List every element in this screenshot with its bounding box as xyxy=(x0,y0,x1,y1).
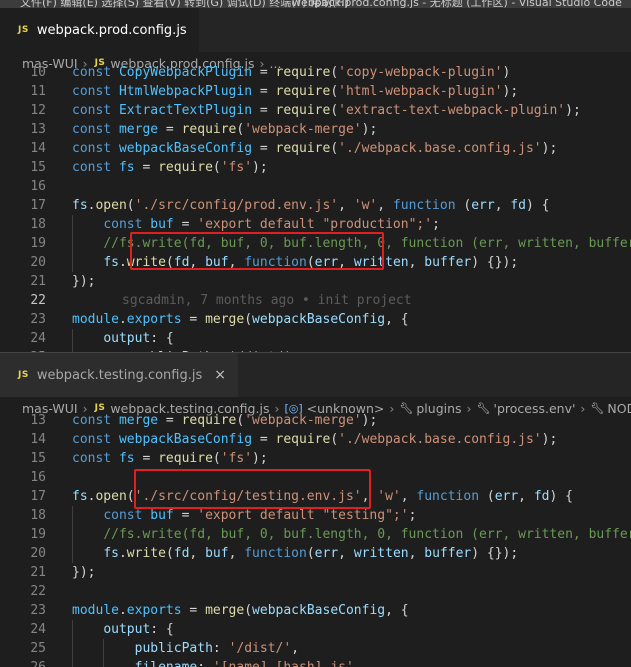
code-line: 23 module.exports = merge(webpackBaseConf… xyxy=(30,312,409,327)
code-line: 20 fs.write(fd, buf, function(err, writt… xyxy=(30,544,519,563)
code-line: 18 const buf = 'export default "producti… xyxy=(30,215,440,234)
window-title-bar: 文件(F) 编辑(E) 选择(S) 查看(V) 转到(G) 调试(D) 终端(T… xyxy=(0,0,631,8)
code-line: 24 output: { xyxy=(30,329,174,348)
code-line: 20 fs.write(fd, buf, function(err, writt… xyxy=(30,253,519,272)
code-line: 21}); xyxy=(30,565,96,580)
javascript-file-icon: JS xyxy=(18,370,29,380)
tab-webpack-prod-config[interactable]: JS webpack.prod.config.js xyxy=(0,8,199,52)
code-line: 13 const merge = require('webpack-merge')… xyxy=(30,413,378,428)
code-line: 16 xyxy=(30,470,46,485)
code-line: 25 publicPath: '/dist/', xyxy=(30,639,300,658)
code-line: 16 xyxy=(30,179,46,194)
code-line: 19 //fs.write(fd, buf, 0, buf.length, 0,… xyxy=(30,234,631,253)
tab-bar-top: JS webpack.prod.config.js xyxy=(0,8,631,52)
editor-pane-top: JS webpack.prod.config.js mas-WUI › JS w… xyxy=(0,8,631,352)
code-line: 14 const webpackBaseConfig = require('./w… xyxy=(30,141,558,156)
code-line: 18 const buf = 'export default "testing"… xyxy=(30,506,417,525)
code-line: 10 const CopyWebpackPlugin = require('cop… xyxy=(30,65,511,80)
git-blame-annotation: sgcadmin, 7 months ago • init project xyxy=(122,293,412,308)
code-line: 19 //fs.write(fd, buf, 0, buf.length, 0,… xyxy=(30,525,631,544)
tab-label: webpack.testing.config.js xyxy=(36,367,203,383)
javascript-file-icon: JS xyxy=(18,25,29,35)
tab-webpack-testing-config[interactable]: JS webpack.testing.config.js × xyxy=(0,353,238,397)
code-line: 22 xyxy=(30,584,46,599)
tab-label: webpack.prod.config.js xyxy=(36,22,187,38)
code-line: 21}); xyxy=(30,274,96,289)
code-editor-bottom[interactable]: 13 const merge = require('webpack-merge')… xyxy=(0,411,631,667)
close-icon[interactable]: × xyxy=(214,367,226,383)
code-line-current: 22 sgcadmin, 7 months ago • init project xyxy=(30,293,412,308)
code-line: 15 const fs = require('fs'); xyxy=(30,451,268,466)
tab-bar-bottom: JS webpack.testing.config.js × xyxy=(0,353,631,397)
code-line: 26 filename: '[name].[hash].js', xyxy=(0,658,631,667)
code-line: 17 fs.open('./src/config/testing.env.js',… xyxy=(30,489,573,504)
code-line: 15 const fs = require('fs'); xyxy=(30,160,268,175)
code-line: 24 output: { xyxy=(30,620,174,639)
code-editor-top[interactable]: 10 const CopyWebpackPlugin = require('cop… xyxy=(0,63,631,352)
code-line: 14 const webpackBaseConfig = require('./w… xyxy=(30,432,558,447)
code-line: 11 const HtmlWebpackPlugin = require('htm… xyxy=(30,84,519,99)
code-line: 17 fs.open('./src/config/prod.env.js', 'w… xyxy=(30,198,550,213)
window-title: webpack.prod.config.js - 无标题 (工作区) - Vis… xyxy=(292,0,622,8)
editor-pane-bottom: JS webpack.testing.config.js × mas-WUI ›… xyxy=(0,353,631,667)
code-line: 23 module.exports = merge(webpackBaseConf… xyxy=(30,603,409,618)
code-line: 12 const ExtractTextPlugin = require('ext… xyxy=(30,103,581,118)
code-line: 13 const merge = require('webpack-merge')… xyxy=(30,122,378,137)
